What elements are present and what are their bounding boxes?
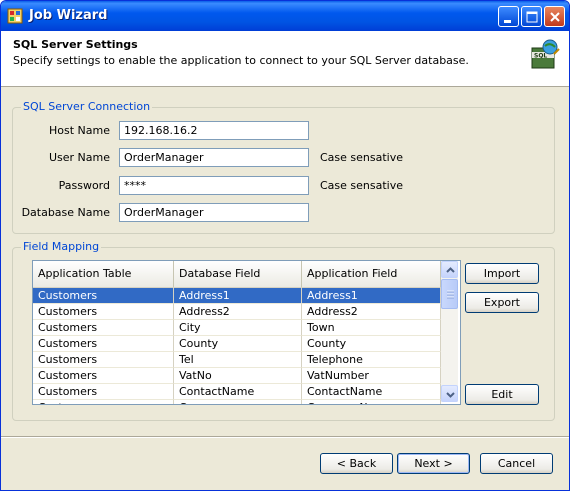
field-mapping-table[interactable]: Application Table Database Field Applica… (32, 260, 461, 405)
job-wizard-window: Job Wizard SQL Server Settings Specify s… (0, 0, 570, 491)
scroll-down-button[interactable] (441, 385, 458, 402)
column-header-application-field[interactable]: Application Field (302, 261, 441, 287)
cell-application-table: Customers (33, 384, 174, 400)
cell-database-field: ContactName (174, 384, 302, 400)
database-name-field[interactable]: OrderManager (119, 203, 309, 222)
user-name-label: User Name (48, 151, 110, 164)
scroll-thumb[interactable] (441, 279, 458, 309)
minimize-icon (504, 20, 511, 23)
cell-database-field: City (174, 320, 302, 336)
field-mapping-group-title: Field Mapping (21, 240, 102, 253)
cell-application-table: Customers (33, 336, 174, 352)
database-name-label: Database Name (21, 206, 110, 219)
table-row[interactable]: Customers Address2 Address2 (33, 304, 441, 320)
cell-application-table: Customers (33, 304, 174, 320)
close-button[interactable] (544, 6, 565, 27)
column-header-database-field[interactable]: Database Field (174, 261, 302, 287)
cell-application-table: Customers (33, 368, 174, 384)
host-name-label: Host Name (49, 124, 110, 137)
application-icon (7, 8, 23, 24)
scroll-up-arrow-icon (446, 267, 455, 273)
host-name-field[interactable]: 192.168.16.2 (119, 121, 309, 140)
footer-divider (1, 436, 569, 438)
scroll-grip-icon (447, 290, 454, 299)
cell-application-field: CompanyName (302, 400, 441, 404)
connection-group-title: SQL Server Connection (21, 100, 153, 113)
column-header-application-table[interactable]: Application Table (33, 261, 174, 287)
password-field[interactable]: **** (119, 176, 309, 195)
page-title: SQL Server Settings (13, 38, 138, 51)
cell-application-table: Customers (33, 320, 174, 336)
user-name-field[interactable]: OrderManager (119, 148, 309, 167)
back-button[interactable]: < Back (320, 453, 393, 474)
scroll-down-arrow-icon (446, 392, 455, 398)
cell-database-field: VatNo (174, 368, 302, 384)
scroll-up-button[interactable] (441, 261, 458, 278)
table-vertical-scrollbar[interactable] (441, 261, 458, 402)
cell-application-field: County (302, 336, 441, 352)
maximize-icon (526, 11, 538, 23)
table-header: Application Table Database Field Applica… (33, 261, 441, 289)
cell-application-table: Customers (33, 288, 174, 304)
table-row[interactable]: Customers ContactName ContactName (33, 384, 441, 400)
cell-application-table: Customers (33, 352, 174, 368)
cell-database-field: Address2 (174, 304, 302, 320)
cancel-button[interactable]: Cancel (480, 453, 553, 474)
password-label: Password (58, 179, 110, 192)
export-button[interactable]: Export (465, 292, 539, 313)
close-icon (550, 12, 560, 22)
cell-database-field: Address1 (174, 288, 302, 304)
import-button[interactable]: Import (465, 263, 539, 284)
cell-application-field: Town (302, 320, 441, 336)
cell-application-field: Address1 (302, 288, 441, 304)
cell-application-field: Address2 (302, 304, 441, 320)
table-row[interactable]: Customers VatNo VatNumber (33, 368, 441, 384)
sql-server-icon: SQL (531, 39, 560, 69)
svg-text:SQL: SQL (534, 53, 547, 60)
table-row[interactable]: Customers Address1 Address1 (33, 288, 441, 304)
cell-database-field: Company (174, 400, 302, 404)
user-name-case-note: Case sensative (320, 151, 404, 164)
cell-application-field: Telephone (302, 352, 441, 368)
minimize-button[interactable] (498, 6, 519, 27)
page-subtitle: Specify settings to enable the applicati… (13, 54, 469, 67)
table-row[interactable]: Customers County County (33, 336, 441, 352)
cell-database-field: Tel (174, 352, 302, 368)
cell-application-table: Customers (33, 400, 174, 404)
next-button[interactable]: Next > (397, 453, 470, 474)
cell-application-field: ContactName (302, 384, 441, 400)
password-case-note: Case sensative (320, 179, 404, 192)
edit-button[interactable]: Edit (465, 384, 539, 405)
wizard-header: SQL Server Settings Specify settings to … (1, 31, 569, 87)
title-bar[interactable]: Job Wizard (1, 1, 569, 31)
maximize-button[interactable] (521, 6, 542, 27)
table-row[interactable]: CustomersCompanyCompanyName (33, 400, 441, 404)
table-row[interactable]: Customers Tel Telephone (33, 352, 441, 368)
cell-database-field: County (174, 336, 302, 352)
table-row[interactable]: Customers City Town (33, 320, 441, 336)
window-title: Job Wizard (29, 8, 108, 23)
cell-application-field: VatNumber (302, 368, 441, 384)
